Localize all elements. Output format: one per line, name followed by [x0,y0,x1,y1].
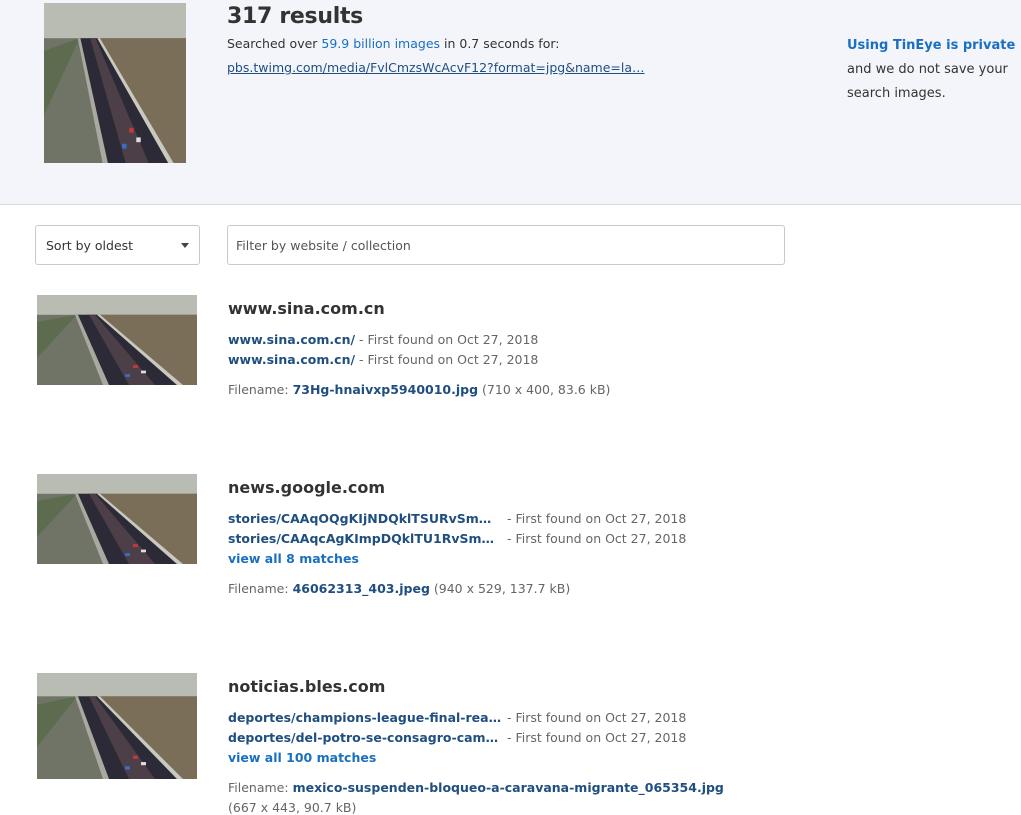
first-found-date: - First found on Oct 27, 2018 [506,710,687,725]
match-link[interactable]: www.sina.com.cn/ [228,332,355,347]
filename-link[interactable]: 73Hg-hnaivxp5940010.jpg [293,382,478,397]
privacy-text: and we do not save your search images. [847,62,1008,101]
sort-dropdown[interactable]: Sort by oldest [35,225,200,265]
query-image-thumbnail[interactable] [44,3,186,163]
result-thumbnail[interactable] [37,295,197,385]
sort-value: Sort by oldest [46,238,134,253]
match-row: stories/CAAqcAgKImpDQklTU1RvSmMz... - Fi… [228,531,686,546]
privacy-notice: Using TinEye is private and we do not sa… [847,34,1017,106]
searched-suffix: in 0.7 seconds for: [444,36,560,51]
image-count-link[interactable]: 59.9 billion images [321,36,440,51]
query-image-url[interactable]: pbs.twimg.com/media/FvlCmzsWcAcvF12?form… [227,60,645,75]
filename-row: Filename: mexico-suspenden-bloqueo-a-car… [228,780,724,795]
filename-label: Filename: [228,581,289,596]
file-info-row: (667 x 443, 90.7 kB) [228,800,356,815]
match-link[interactable]: stories/CAAqOQgKIjNDQklTSURvSmMz... [228,511,503,526]
result-domain: www.sina.com.cn [228,299,385,318]
match-link[interactable]: deportes/del-potro-se-consagro-campe... [228,730,503,745]
results-header: 317 results Searched over 59.9 billion i… [0,0,1021,205]
filename-label: Filename: [228,382,289,397]
filename-row: Filename: 46062313_403.jpeg (940 x 529, … [228,581,570,596]
caret-down-icon [181,243,189,248]
first-found-date: - First found on Oct 27, 2018 [506,531,687,546]
view-all-matches-link[interactable]: view all 8 matches [228,551,359,566]
results-count: 317 results [227,4,363,29]
view-all-matches-link[interactable]: view all 100 matches [228,750,376,765]
result-domain: noticias.bles.com [228,677,386,696]
filename-row: Filename: 73Hg-hnaivxp5940010.jpg (710 x… [228,382,610,397]
privacy-link[interactable]: Using TinEye is private [847,38,1015,53]
first-found-date: - First found on Oct 27, 2018 [359,352,539,367]
match-row: www.sina.com.cn/ - First found on Oct 27… [228,332,538,347]
file-info: (710 x 400, 83.6 kB) [482,382,611,397]
result-domain: news.google.com [228,478,386,497]
result-thumbnail[interactable] [37,673,197,779]
match-row: deportes/del-potro-se-consagro-campe... … [228,730,686,745]
filename-label: Filename: [228,780,289,795]
file-info: (940 x 529, 137.7 kB) [433,581,571,596]
match-row: www.sina.com.cn/ - First found on Oct 27… [228,352,538,367]
search-summary: Searched over 59.9 billion images in 0.7… [227,36,559,51]
match-link[interactable]: www.sina.com.cn/ [228,352,355,367]
result-thumbnail[interactable] [37,474,197,564]
first-found-date: - First found on Oct 27, 2018 [506,511,687,526]
first-found-date: - First found on Oct 27, 2018 [506,730,687,745]
searched-prefix: Searched over [227,36,318,51]
match-link[interactable]: stories/CAAqcAgKImpDQklTU1RvSmMz... [228,531,503,546]
filename-link[interactable]: mexico-suspenden-bloqueo-a-caravana-migr… [293,780,724,795]
filter-input[interactable] [227,225,785,265]
first-found-date: - First found on Oct 27, 2018 [359,332,539,347]
match-row: deportes/champions-league-final-real-...… [228,710,686,725]
filename-link[interactable]: 46062313_403.jpeg [293,581,430,596]
match-link[interactable]: deportes/champions-league-final-real-... [228,710,503,725]
match-row: stories/CAAqOQgKIjNDQklTSURvSmMz... - Fi… [228,511,686,526]
file-info: (667 x 443, 90.7 kB) [228,800,357,815]
